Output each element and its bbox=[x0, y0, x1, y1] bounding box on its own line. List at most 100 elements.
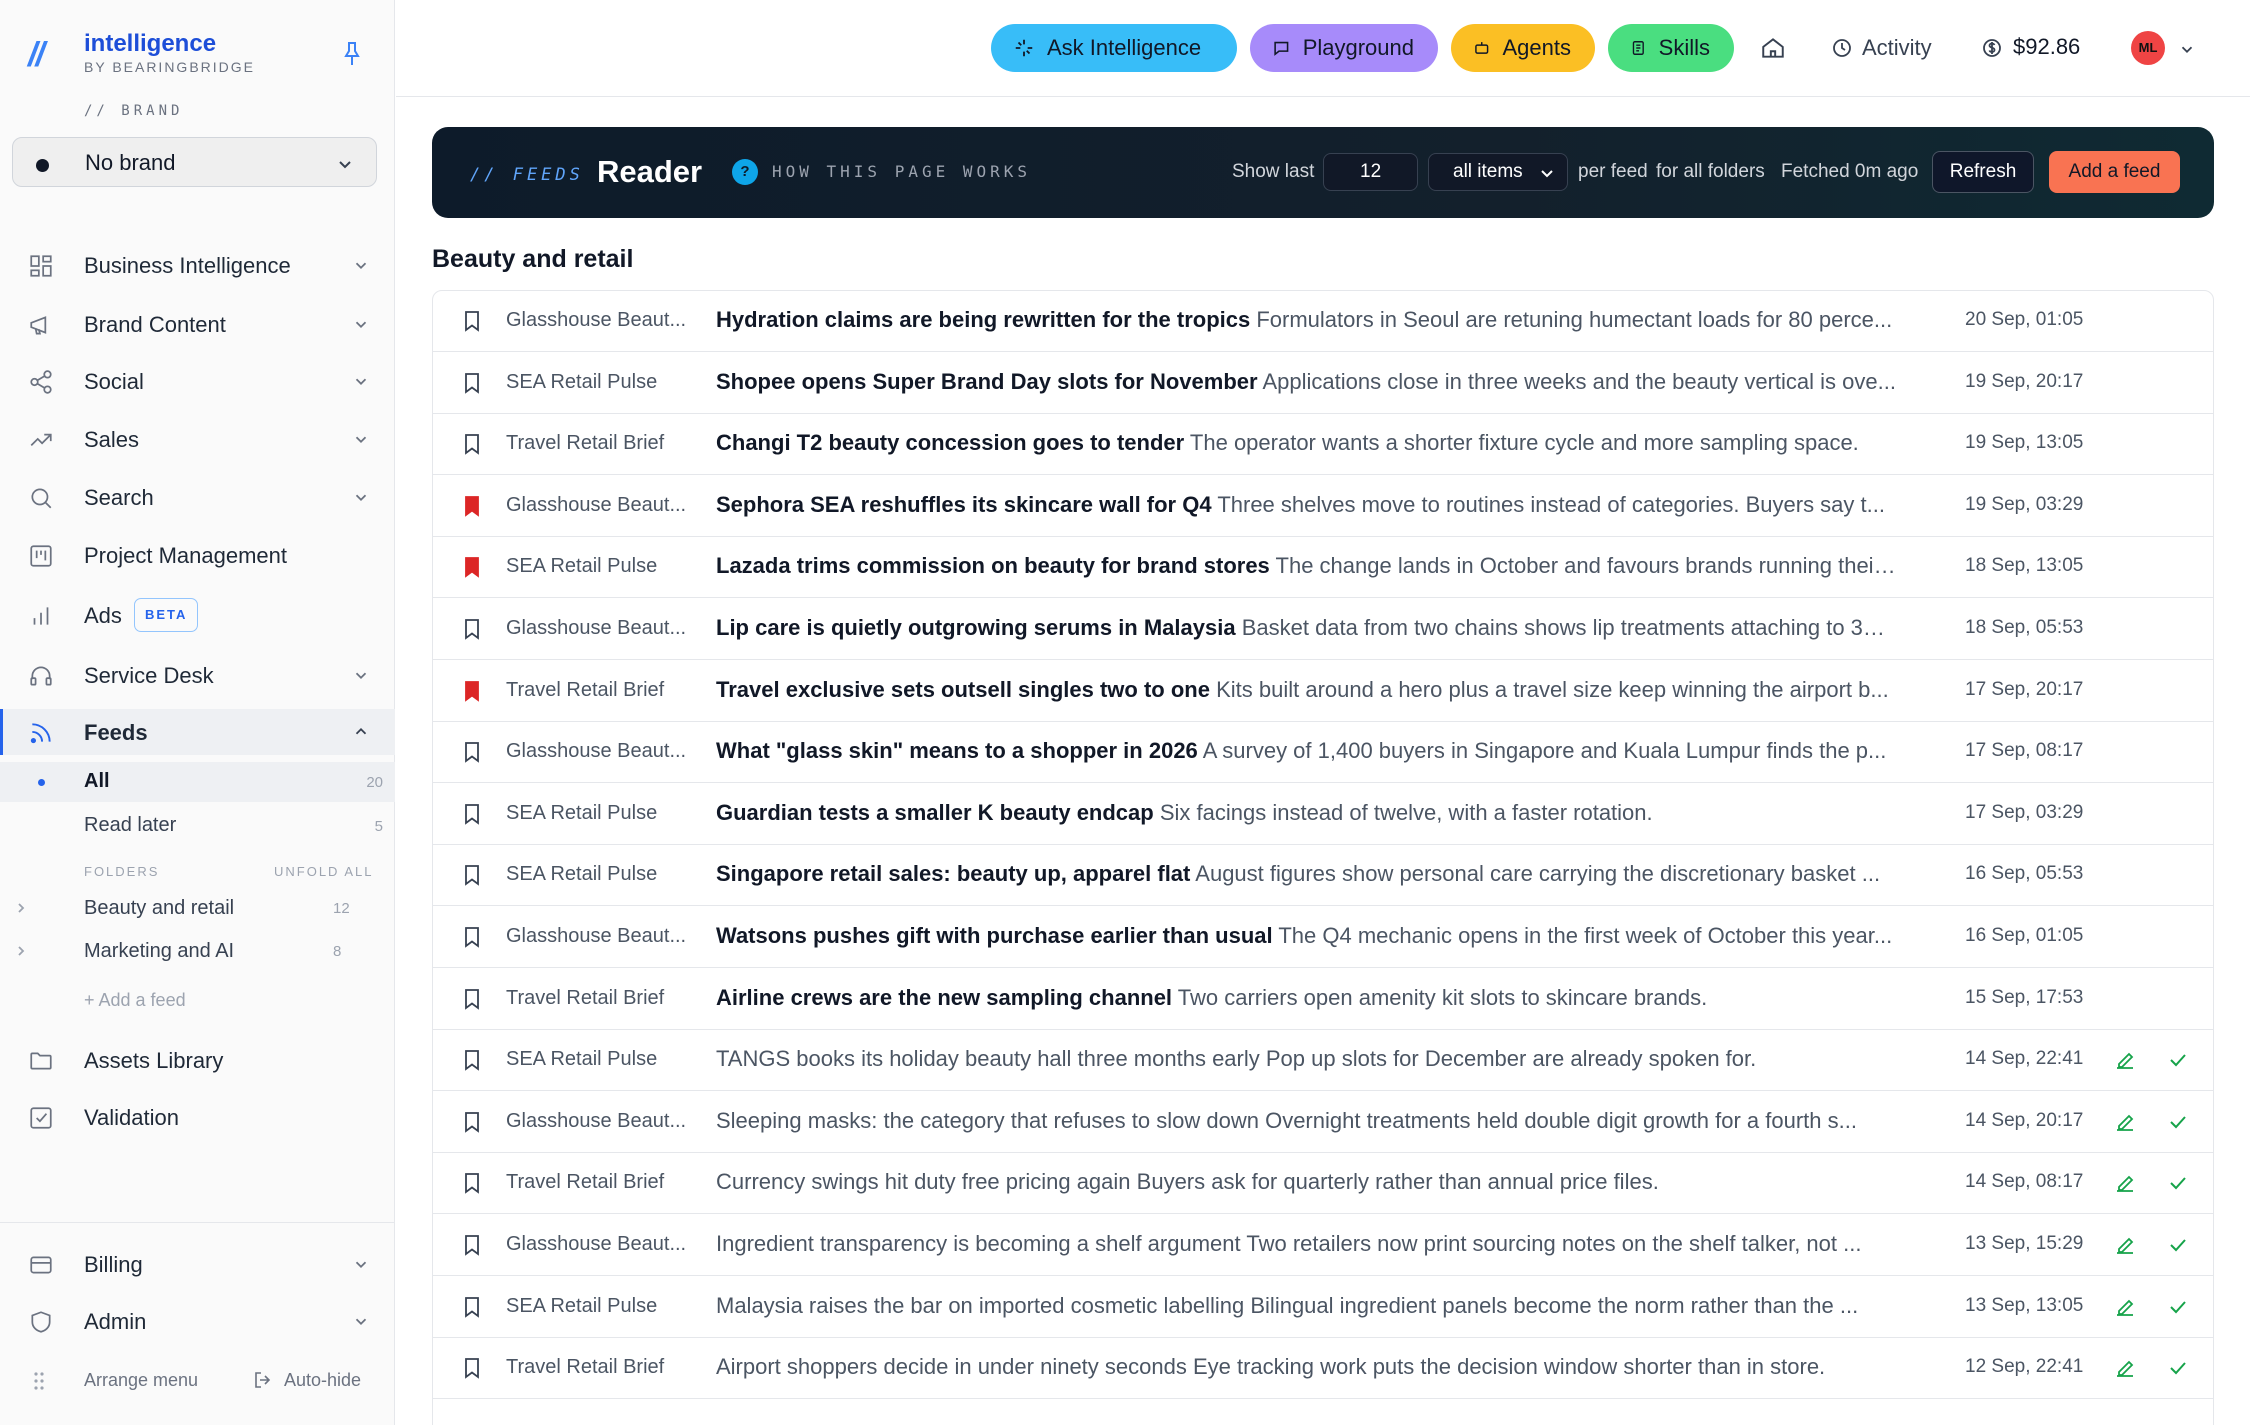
bookmark-icon[interactable] bbox=[463, 988, 481, 1010]
app-name[interactable]: intelligence bbox=[84, 30, 216, 58]
sidebar-item-assets-library[interactable]: Assets Library bbox=[0, 1037, 395, 1083]
refresh-button[interactable]: Refresh bbox=[1932, 151, 2034, 193]
feed-headline[interactable]: Guardian tests a smaller K beauty endcap… bbox=[716, 800, 1896, 826]
bookmark-icon[interactable] bbox=[463, 864, 481, 887]
feed-row[interactable]: SEA Retail Pulse Guardian tests a smaller… bbox=[433, 784, 2213, 845]
avatar[interactable]: ML bbox=[2131, 31, 2165, 65]
edit-icon[interactable] bbox=[2113, 1356, 2137, 1380]
bookmark-icon[interactable] bbox=[463, 1049, 481, 1071]
folder-beauty-and-retail[interactable]: Beauty and retail 12 bbox=[0, 889, 395, 929]
feed-headline[interactable]: Airline crews are the new sampling chann… bbox=[716, 985, 1896, 1011]
feed-row[interactable]: Glasshouse Beaut... Hydration claims are … bbox=[433, 291, 2213, 352]
check-icon[interactable] bbox=[2167, 1111, 2189, 1133]
bookmark-icon[interactable] bbox=[463, 1357, 481, 1379]
bookmark-icon[interactable] bbox=[463, 433, 481, 455]
feed-headline[interactable]: TANGS books its holiday beauty hall thre… bbox=[716, 1046, 1896, 1072]
feed-headline[interactable]: Travel exclusive sets outsell singles tw… bbox=[716, 677, 1896, 703]
feeds-sub-all[interactable]: All 20 bbox=[0, 762, 395, 802]
playground-button[interactable]: Playground bbox=[1250, 24, 1438, 72]
sidebar-item-social[interactable]: Social bbox=[0, 358, 395, 404]
sidebar-item-billing[interactable]: Billing bbox=[0, 1241, 395, 1287]
feed-row[interactable]: Travel Retail Brief Airline crews are the… bbox=[433, 969, 2213, 1030]
edit-icon[interactable] bbox=[2113, 1110, 2137, 1134]
bookmark-icon[interactable] bbox=[463, 1234, 481, 1256]
brand-select[interactable]: No brand bbox=[12, 137, 377, 187]
bookmark-icon[interactable] bbox=[463, 1296, 481, 1318]
check-icon[interactable] bbox=[2167, 1049, 2189, 1071]
feed-headline[interactable]: Sleeping masks: the category that refuse… bbox=[716, 1108, 1896, 1134]
feed-headline[interactable]: Watsons pushes gift with purchase earlie… bbox=[716, 923, 1896, 949]
sidebar-item-feeds[interactable]: Feeds bbox=[0, 709, 395, 755]
check-icon[interactable] bbox=[2167, 1172, 2189, 1194]
feed-row[interactable]: Glasshouse Beaut... What "glass skin" mea… bbox=[433, 722, 2213, 784]
feed-row[interactable]: SEA Retail Pulse Malaysia raises the bar … bbox=[433, 1277, 2213, 1338]
chevron-down-icon[interactable] bbox=[2178, 40, 2196, 58]
bookmark-icon[interactable] bbox=[463, 495, 481, 517]
how-this-page-works-link[interactable]: HOW THIS PAGE WORKS bbox=[772, 162, 1031, 181]
feed-row[interactable]: Glasshouse Beaut... Watsons pushes gift w… bbox=[433, 907, 2213, 968]
bookmark-icon[interactable] bbox=[463, 556, 481, 579]
feed-headline[interactable]: Ingredient transparency is becoming a sh… bbox=[716, 1231, 1896, 1257]
feed-headline[interactable]: Hydration claims are being rewritten for… bbox=[716, 307, 1896, 333]
bookmark-icon[interactable] bbox=[463, 310, 481, 332]
bookmark-icon[interactable] bbox=[463, 741, 481, 763]
feed-headline[interactable]: Malaysia raises the bar on imported cosm… bbox=[716, 1293, 1896, 1319]
feed-row[interactable]: Glasshouse Beaut... Sephora SEA reshuffle… bbox=[433, 476, 2213, 537]
feed-headline[interactable]: Sephora SEA reshuffles its skincare wall… bbox=[716, 492, 1896, 518]
feed-row[interactable]: Travel Retail Brief Changi T2 beauty conc… bbox=[433, 414, 2213, 476]
edit-icon[interactable] bbox=[2113, 1048, 2137, 1072]
check-icon[interactable] bbox=[2167, 1234, 2189, 1256]
feed-row[interactable]: Travel Retail Brief Currency swings hit d… bbox=[433, 1153, 2213, 1215]
feed-headline[interactable]: Singapore retail sales: beauty up, appar… bbox=[716, 861, 1896, 887]
bookmark-icon[interactable] bbox=[463, 803, 481, 825]
bookmark-icon[interactable] bbox=[463, 926, 481, 948]
feed-headline[interactable]: Lazada trims commission on beauty for br… bbox=[716, 553, 1896, 579]
check-icon[interactable] bbox=[2167, 1357, 2189, 1379]
help-icon[interactable]: ? bbox=[732, 159, 758, 185]
edit-icon[interactable] bbox=[2113, 1171, 2137, 1195]
edit-icon[interactable] bbox=[2113, 1233, 2137, 1257]
sidebar-item-business-intelligence[interactable]: Business Intelligence bbox=[0, 242, 395, 288]
feed-headline[interactable]: Shopee opens Super Brand Day slots for N… bbox=[716, 369, 1896, 395]
auto-hide-button[interactable]: Auto-hide bbox=[284, 1370, 361, 1391]
feed-row[interactable]: Travel Retail Brief Airport shoppers deci… bbox=[433, 1338, 2213, 1400]
sidebar-item-sales[interactable]: Sales bbox=[0, 416, 395, 462]
sidebar-item-search[interactable]: Search bbox=[0, 474, 395, 520]
skills-button[interactable]: Skills bbox=[1608, 24, 1734, 72]
feed-row[interactable]: SEA Retail Pulse TANGS books its holiday … bbox=[433, 1030, 2213, 1092]
feeds-sub-read-later[interactable]: Read later 5 bbox=[0, 806, 395, 846]
sidebar-item-brand-content[interactable]: Brand Content bbox=[0, 301, 395, 347]
check-icon[interactable] bbox=[2167, 1296, 2189, 1318]
feed-row[interactable]: SEA Retail Pulse Shopee opens Super Brand… bbox=[433, 353, 2213, 414]
items-filter-select[interactable]: all items bbox=[1428, 153, 1568, 191]
ask-intelligence-button[interactable]: Ask Intelligence bbox=[991, 24, 1237, 72]
bookmark-icon[interactable] bbox=[463, 372, 481, 394]
sidebar-item-project-management[interactable]: Project Management bbox=[0, 532, 395, 578]
activity-link[interactable]: Activity bbox=[1862, 35, 1932, 61]
agents-button[interactable]: Agents bbox=[1451, 24, 1595, 72]
bookmark-icon[interactable] bbox=[463, 1172, 481, 1195]
add-feed-button[interactable]: Add a feed bbox=[2049, 151, 2180, 193]
folder-marketing-and-ai[interactable]: Marketing and AI 8 bbox=[0, 932, 395, 972]
add-feed-link[interactable]: + Add a feed bbox=[84, 990, 186, 1011]
feed-headline[interactable]: Changi T2 beauty concession goes to tend… bbox=[716, 430, 1896, 456]
unfold-all-button[interactable]: UNFOLD ALL bbox=[274, 864, 373, 879]
feed-row[interactable]: Glasshouse Beaut... Sleeping masks: the c… bbox=[433, 1092, 2213, 1153]
arrange-menu-button[interactable]: Arrange menu bbox=[84, 1370, 198, 1391]
sidebar-item-validation[interactable]: Validation bbox=[0, 1094, 395, 1140]
sidebar-item-service-desk[interactable]: Service Desk bbox=[0, 652, 395, 698]
bookmark-icon[interactable] bbox=[463, 680, 481, 702]
feed-row[interactable]: Travel Retail Brief Travel exclusive sets… bbox=[433, 661, 2213, 722]
account-balance[interactable]: $92.86 bbox=[2013, 34, 2080, 60]
feed-headline[interactable]: Lip care is quietly outgrowing serums in… bbox=[716, 615, 1896, 641]
feed-row[interactable]: Glasshouse Beaut... Lip care is quietly o… bbox=[433, 599, 2213, 660]
edit-icon[interactable] bbox=[2113, 1295, 2137, 1319]
bookmark-icon[interactable] bbox=[463, 1111, 481, 1133]
feed-row[interactable]: SEA Retail Pulse Singapore retail sales: … bbox=[433, 845, 2213, 907]
feed-headline[interactable]: Airport shoppers decide in under ninety … bbox=[716, 1354, 1896, 1380]
feed-row[interactable]: Glasshouse Beaut... Ingredient transparen… bbox=[433, 1215, 2213, 1276]
items-count-input[interactable]: 12 bbox=[1323, 153, 1418, 191]
sidebar-item-admin[interactable]: Admin bbox=[0, 1298, 395, 1344]
pin-icon[interactable] bbox=[340, 40, 364, 68]
home-icon[interactable] bbox=[1760, 35, 1786, 61]
